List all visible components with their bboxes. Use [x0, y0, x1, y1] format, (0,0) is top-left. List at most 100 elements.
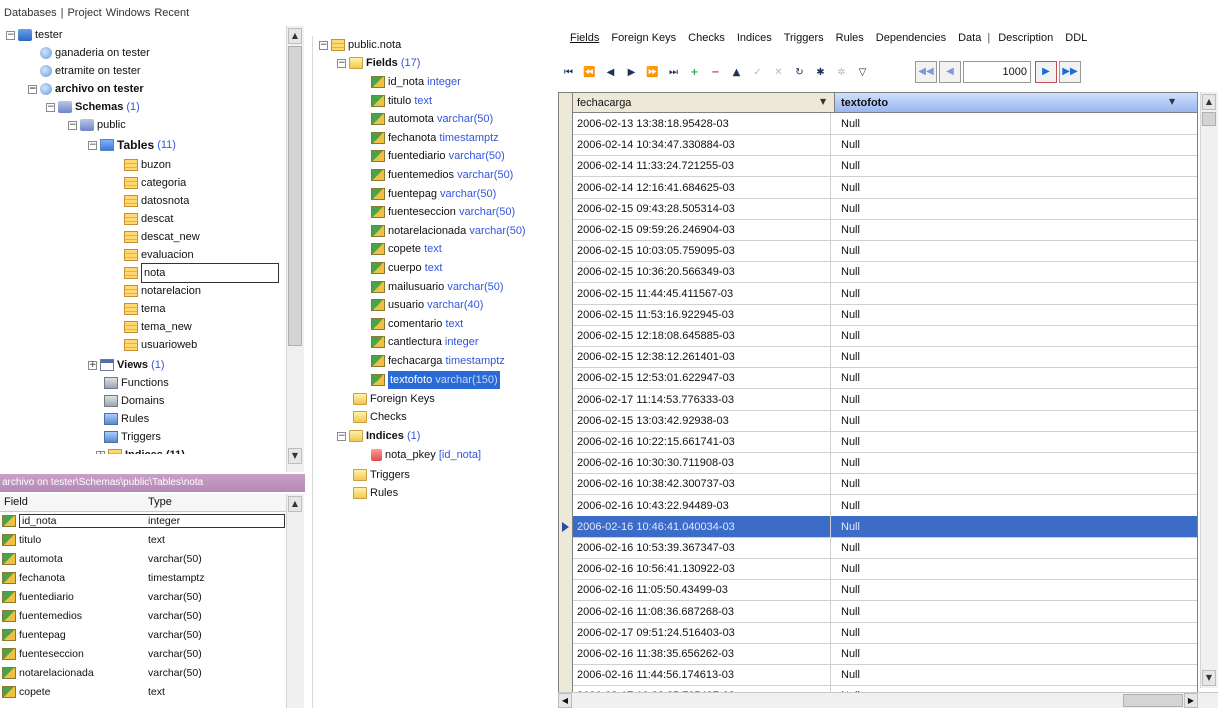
- table-row[interactable]: 2006-02-15 12:53:01.622947-03 Null: [573, 367, 1197, 390]
- collapse-icon[interactable]: −: [337, 431, 346, 441]
- tree-table-item[interactable]: buzon: [124, 156, 171, 174]
- grid-scrollbar[interactable]: ▲ ▼: [1200, 92, 1218, 688]
- tree-connection[interactable]: ganaderia on tester: [40, 44, 150, 62]
- tree-table-item[interactable]: tema: [124, 300, 165, 318]
- cell-fechacarga[interactable]: 2006-02-15 10:03:05.759095-03: [577, 240, 831, 263]
- tree-connection[interactable]: etramite on tester: [40, 62, 141, 80]
- table-row[interactable]: 2006-02-14 10:34:47.330884-03 Null: [573, 134, 1197, 157]
- tab-description[interactable]: Description: [998, 32, 1053, 44]
- property-row[interactable]: fuentemedios varchar(50): [0, 607, 286, 625]
- tree-field-item[interactable]: comentario text: [371, 315, 463, 333]
- cell-textofoto[interactable]: Null: [841, 495, 860, 517]
- property-row[interactable]: fuentediario varchar(50): [0, 588, 286, 606]
- cell-textofoto[interactable]: Null: [841, 113, 860, 135]
- cell-fechacarga[interactable]: 2006-02-15 10:36:20.566349-03: [577, 261, 831, 284]
- cell-textofoto[interactable]: Null: [841, 622, 860, 644]
- cell-textofoto[interactable]: Null: [841, 431, 860, 453]
- tab-indices[interactable]: Indices: [737, 32, 772, 44]
- menu-databases[interactable]: Databases: [4, 7, 57, 19]
- tree-scrollbar[interactable]: ▲ ▼: [286, 26, 304, 472]
- table-row[interactable]: 2006-02-16 11:44:56.174613-03 Null: [573, 664, 1197, 687]
- tree-table-item[interactable]: tema_new: [124, 318, 192, 336]
- cell-textofoto[interactable]: Null: [841, 177, 860, 199]
- cell-textofoto[interactable]: Null: [841, 304, 860, 326]
- cell-fechacarga[interactable]: 2006-02-16 10:46:41.040034-03: [577, 515, 831, 538]
- post-edit-icon[interactable]: ✓: [749, 64, 766, 81]
- tab-foreign-keys[interactable]: Foreign Keys: [611, 32, 676, 44]
- tab-triggers[interactable]: Triggers: [784, 32, 824, 44]
- table-row[interactable]: 2006-02-17 11:14:53.776333-03 Null: [573, 388, 1197, 411]
- tree-rules[interactable]: Rules: [353, 484, 398, 502]
- tree-indices[interactable]: − Indices (1): [337, 427, 420, 445]
- bookmark-icon[interactable]: ✱: [812, 64, 829, 81]
- tree-table-item[interactable]: usuarioweb: [124, 336, 197, 354]
- cell-fechacarga[interactable]: 2006-02-16 10:56:41.130922-03: [577, 558, 831, 581]
- cell-fechacarga[interactable]: 2006-02-17 09:51:24.516403-03: [577, 621, 831, 644]
- col-type-header[interactable]: Type: [148, 496, 172, 508]
- tree-domains[interactable]: Domains: [104, 392, 164, 410]
- collapse-icon[interactable]: −: [319, 40, 328, 50]
- cell-textofoto[interactable]: Null: [841, 473, 860, 495]
- tab-dependencies[interactable]: Dependencies: [876, 32, 946, 44]
- tree-schema-public[interactable]: − public: [68, 116, 126, 134]
- table-row[interactable]: 2006-02-16 10:43:22.94489-03 Null: [573, 494, 1197, 517]
- scroll-down-icon[interactable]: ▼: [288, 448, 302, 464]
- cell-textofoto[interactable]: Null: [841, 558, 860, 580]
- cell-fechacarga[interactable]: 2006-02-15 12:38:12.261401-03: [577, 346, 831, 369]
- tree-schemas[interactable]: − Schemas (1): [46, 98, 140, 116]
- tree-table-item[interactable]: descat: [124, 210, 173, 228]
- table-row[interactable]: 2006-02-16 11:05:50.43499-03 Null: [573, 579, 1197, 602]
- property-row[interactable]: id_nota integer: [0, 512, 286, 530]
- cell-fechacarga[interactable]: 2006-02-16 11:44:56.174613-03: [577, 664, 831, 687]
- table-row[interactable]: 2006-02-14 11:33:24.721255-03 Null: [573, 155, 1197, 178]
- cell-fechacarga[interactable]: 2006-02-15 11:44:45.411567-03: [577, 282, 831, 305]
- tab-fields[interactable]: Fields: [570, 32, 599, 44]
- edit-record-icon[interactable]: ▲: [728, 64, 745, 81]
- collapse-icon[interactable]: −: [88, 140, 97, 150]
- expand-icon[interactable]: +: [88, 360, 97, 370]
- table-row[interactable]: 2006-02-15 11:53:16.922945-03 Null: [573, 303, 1197, 326]
- cell-fechacarga[interactable]: 2006-02-16 11:05:50.43499-03: [577, 579, 831, 602]
- scroll-right-icon[interactable]: ▶: [1184, 693, 1198, 708]
- tree-table-root[interactable]: − public.nota: [319, 36, 401, 54]
- tree-triggers[interactable]: Triggers: [353, 466, 410, 484]
- table-row[interactable]: 2006-02-16 11:38:35.656262-03 Null: [573, 643, 1197, 665]
- property-row[interactable]: fechanota timestamptz: [0, 569, 286, 587]
- scroll-up-icon[interactable]: ▲: [288, 496, 302, 512]
- scroll-left-icon[interactable]: ◀: [558, 693, 572, 708]
- table-row[interactable]: 2006-02-16 10:56:41.130922-03 Null: [573, 558, 1197, 581]
- tree-rules[interactable]: Rules: [104, 410, 149, 428]
- cell-textofoto[interactable]: Null: [841, 134, 860, 156]
- cell-textofoto[interactable]: Null: [841, 325, 860, 347]
- cell-fechacarga[interactable]: 2006-02-16 11:08:36.687268-03: [577, 600, 831, 623]
- scroll-up-icon[interactable]: ▲: [1202, 94, 1216, 110]
- tree-field-item[interactable]: fuentepag varchar(50): [371, 185, 496, 203]
- collapse-icon[interactable]: −: [6, 30, 15, 40]
- last-record-icon[interactable]: ⏭: [665, 64, 682, 81]
- dropdown-arrow-icon[interactable]: ▼: [820, 98, 828, 106]
- tree-table-item[interactable]: evaluacion: [124, 246, 194, 264]
- tree-triggers[interactable]: Triggers: [104, 428, 161, 446]
- tree-field-item[interactable]: fuenteseccion varchar(50): [371, 203, 515, 221]
- cell-textofoto[interactable]: Null: [841, 664, 860, 686]
- cell-fechacarga[interactable]: 2006-02-17 11:14:53.776333-03: [577, 388, 831, 411]
- grid-hscrollbar[interactable]: ◀ ▶: [558, 692, 1218, 708]
- scroll-down-icon[interactable]: ▼: [1202, 670, 1216, 686]
- tree-field-item[interactable]: fuentemedios varchar(50): [371, 166, 513, 184]
- cell-textofoto[interactable]: Null: [841, 240, 860, 262]
- properties-scrollbar[interactable]: ▲: [286, 494, 304, 708]
- cancel-edit-icon[interactable]: ✕: [770, 64, 787, 81]
- tab-rules[interactable]: Rules: [836, 32, 864, 44]
- tree-server[interactable]: − tester: [6, 26, 63, 44]
- cell-fechacarga[interactable]: 2006-02-14 11:33:24.721255-03: [577, 155, 831, 178]
- property-row[interactable]: copete text: [0, 683, 286, 701]
- cell-fechacarga[interactable]: 2006-02-16 10:53:39.367347-03: [577, 537, 831, 559]
- delete-record-icon[interactable]: −: [707, 64, 724, 81]
- cell-fechacarga[interactable]: 2006-02-14 10:34:47.330884-03: [577, 134, 831, 157]
- tree-checks[interactable]: Checks: [353, 408, 407, 426]
- cell-textofoto[interactable]: Null: [841, 643, 860, 665]
- tree-field-item[interactable]: titulo text: [371, 92, 432, 110]
- cell-textofoto[interactable]: Null: [841, 516, 860, 538]
- table-row[interactable]: 2006-02-17 09:51:24.516403-03 Null: [573, 621, 1197, 644]
- table-row[interactable]: 2006-02-16 10:38:42.300737-03 Null: [573, 473, 1197, 496]
